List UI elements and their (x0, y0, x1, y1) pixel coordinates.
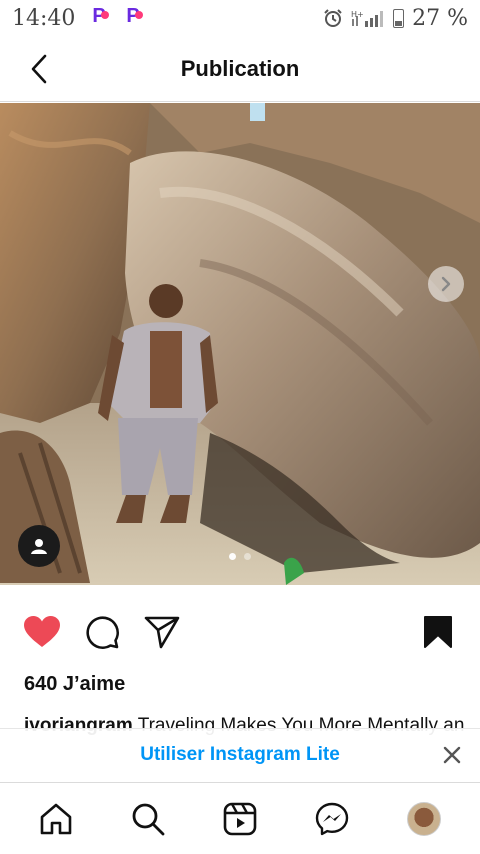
use-instagram-lite-link[interactable]: Utiliser Instagram Lite (140, 744, 340, 766)
carousel-indicator (0, 553, 480, 560)
bookmark-filled-icon (424, 616, 452, 648)
battery-icon (393, 8, 405, 28)
nav-profile-button[interactable] (404, 799, 444, 839)
profile-avatar (407, 802, 441, 836)
like-button[interactable] (22, 612, 62, 652)
post-action-bar (0, 604, 480, 656)
alarm-icon (324, 9, 342, 27)
send-icon (144, 616, 180, 649)
comment-icon (86, 616, 119, 649)
messenger-icon (315, 802, 349, 836)
nav-home-button[interactable] (36, 799, 76, 839)
share-button[interactable] (142, 612, 182, 652)
nav-reels-button[interactable] (220, 799, 260, 839)
top-nav: Publication (0, 36, 480, 102)
status-indicators: H+ 27 % (323, 6, 468, 31)
nav-messenger-button[interactable] (312, 799, 352, 839)
post-photo (0, 103, 480, 585)
app-notification-icon-2 (123, 5, 145, 29)
home-icon (40, 803, 72, 835)
status-time: 14:40 (12, 5, 76, 31)
carousel-dot (244, 553, 251, 560)
status-bar: 14:40 H+ 27 % (0, 0, 480, 36)
search-icon (132, 803, 165, 836)
reels-icon (223, 802, 257, 836)
close-icon (443, 746, 461, 764)
post-image[interactable] (0, 103, 480, 585)
comment-button[interactable] (82, 612, 122, 652)
battery-level: 27 % (412, 5, 468, 31)
app-notification-icon (89, 5, 111, 29)
signal-icon: H+ (351, 10, 384, 27)
instagram-lite-banner: Utiliser Instagram Lite (0, 728, 480, 780)
bottom-nav (0, 782, 480, 854)
user-tag-button[interactable] (18, 525, 60, 567)
heart-filled-icon (24, 616, 60, 647)
save-button[interactable] (418, 612, 458, 652)
carousel-dot (229, 553, 236, 560)
chevron-right-icon (441, 276, 451, 292)
next-image-button[interactable] (428, 266, 464, 302)
back-button[interactable] (22, 51, 58, 87)
like-count[interactable]: 640 J’aime (24, 673, 125, 696)
chevron-left-icon (31, 54, 47, 84)
page-title: Publication (180, 55, 300, 81)
nav-search-button[interactable] (128, 799, 168, 839)
close-banner-button[interactable] (438, 741, 466, 769)
